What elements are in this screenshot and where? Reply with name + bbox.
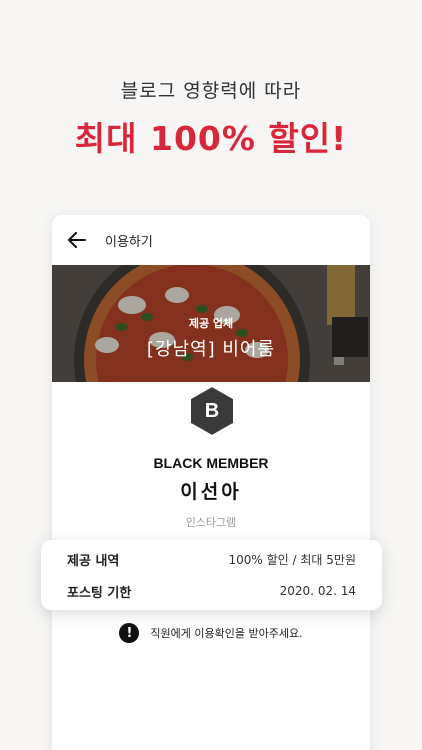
- store-name: [강남역] 비어룸: [146, 339, 276, 360]
- member-name: 이선아: [180, 481, 242, 503]
- staff-notice: ! 직원에게 이용확인을 받아주세요.: [0, 623, 422, 643]
- back-button[interactable]: [64, 227, 90, 253]
- notice-text: 직원에게 이용확인을 받아주세요.: [150, 627, 303, 640]
- deadline-value: 2020. 02. 14: [279, 584, 356, 598]
- provider-label: 제공 업체: [188, 317, 234, 330]
- benefit-value: 100% 할인 / 최대 5만원: [228, 552, 356, 567]
- promo-headline: 최대 100% 할인!: [74, 119, 348, 158]
- page-title: 이용하기: [105, 234, 153, 250]
- member-badge: B: [189, 384, 235, 438]
- exclamation-icon: !: [119, 623, 140, 643]
- promo-subtitle: 블로그 영향력에 따라: [120, 80, 302, 102]
- arrow-left-icon: [68, 232, 86, 248]
- benefit-label: 제공 내역: [67, 553, 120, 569]
- member-tier: BLACK MEMBER: [153, 455, 269, 471]
- offer-details-card: 제공 내역 100% 할인 / 최대 5만원 포스팅 기한 2020. 02. …: [41, 540, 382, 610]
- deadline-row: 포스팅 기한 2020. 02. 14: [41, 581, 382, 601]
- benefit-row: 제공 내역 100% 할인 / 최대 5만원: [41, 549, 382, 569]
- top-bar: 이용하기: [52, 215, 370, 265]
- badge-letter: B: [204, 399, 220, 422]
- platform-label: 인스타그램: [185, 516, 237, 529]
- store-hero-image: 제공 업체 [강남역] 비어룸: [52, 265, 370, 382]
- phone-screen: 이용하기 제공 업체 [강남역] 비어룸 B BLACK MEMBER 이선아 …: [52, 215, 370, 750]
- deadline-label: 포스팅 기한: [67, 585, 132, 601]
